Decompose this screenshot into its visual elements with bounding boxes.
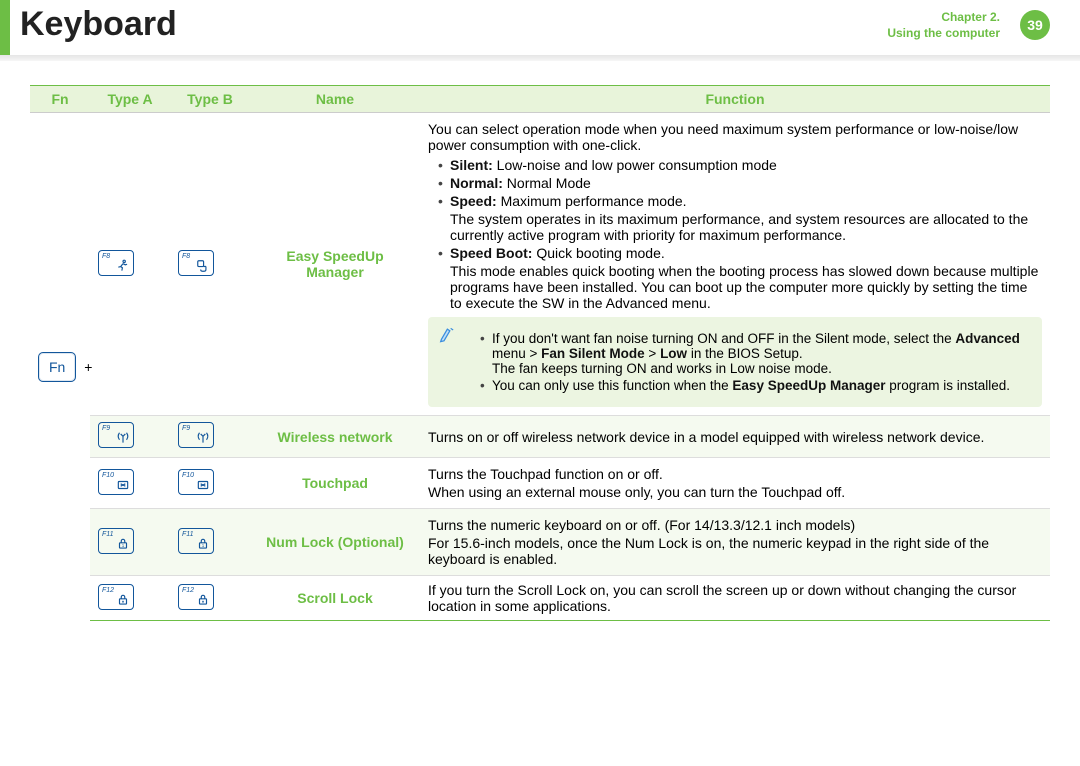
scrolllock-icon bbox=[196, 593, 210, 607]
th-typeB: Type B bbox=[170, 86, 250, 113]
typeA-cell: F8 bbox=[90, 113, 170, 416]
page-number-badge: 39 bbox=[1020, 10, 1050, 40]
mode-list: Silent: Low-noise and low power consumpt… bbox=[438, 157, 1042, 311]
typeB-cell: F12 bbox=[170, 576, 250, 621]
touchpad-off-icon bbox=[196, 478, 210, 492]
table-row: F9 F9 Wireless network Turns on or off w… bbox=[30, 416, 1050, 458]
mode-silent: Silent: Low-noise and low power consumpt… bbox=[438, 157, 1042, 173]
function-cell: Turns on or off wireless network device … bbox=[420, 416, 1050, 458]
func-intro: You can select operation mode when you n… bbox=[428, 121, 1042, 153]
touchpad-off-icon bbox=[116, 478, 130, 492]
mode-speed-sub: The system operates in its maximum perfo… bbox=[450, 211, 1042, 243]
chapter-header: Chapter 2. Using the computer bbox=[887, 10, 1000, 41]
typeB-cell: F8 bbox=[170, 113, 250, 416]
chapter-line2: Using the computer bbox=[887, 26, 1000, 42]
typeB-cell: F111 bbox=[170, 509, 250, 576]
key-f9-b: F9 bbox=[178, 422, 214, 448]
name-cell: Wireless network bbox=[250, 416, 420, 458]
table-row: F10 F10 Touchpad Turns the Touchpad func… bbox=[30, 458, 1050, 509]
antenna-icon bbox=[116, 431, 130, 445]
function-cell: If you turn the Scroll Lock on, you can … bbox=[420, 576, 1050, 621]
numlock-line1: Turns the numeric keyboard on or off. (F… bbox=[428, 517, 1042, 533]
mode-normal: Normal: Normal Mode bbox=[438, 175, 1042, 191]
name-cell: Scroll Lock bbox=[250, 576, 420, 621]
touchpad-line1: Turns the Touchpad function on or off. bbox=[428, 466, 1042, 482]
note-box: If you don't want fan noise turning ON a… bbox=[428, 317, 1042, 407]
table-row: Fn + F8 F8 Easy SpeedUp Manager bbox=[30, 113, 1050, 416]
svg-text:1: 1 bbox=[202, 542, 205, 547]
name-cell: Touchpad bbox=[250, 458, 420, 509]
table-header-row: Fn Type A Type B Name Function bbox=[30, 86, 1050, 113]
runner-icon bbox=[116, 259, 130, 273]
numlock-icon: 1 bbox=[196, 537, 210, 551]
mode-speedboot: Speed Boot: Quick booting mode. This mod… bbox=[438, 245, 1042, 311]
typeB-cell: F10 bbox=[170, 458, 250, 509]
th-function: Function bbox=[420, 86, 1050, 113]
header-rule bbox=[0, 55, 1080, 61]
mode-speed: Speed: Maximum performance mode. The sys… bbox=[438, 193, 1042, 243]
antenna-icon bbox=[196, 431, 210, 445]
chapter-line1: Chapter 2. bbox=[887, 10, 1000, 26]
key-f12-a: F12 bbox=[98, 584, 134, 610]
note-bullet-2: You can only use this function when the … bbox=[480, 378, 1030, 393]
fn-plus: + bbox=[84, 359, 92, 375]
content-area: Fn Type A Type B Name Function Fn + F8 bbox=[30, 85, 1050, 621]
function-cell: Turns the numeric keyboard on or off. (F… bbox=[420, 509, 1050, 576]
function-cell: Turns the Touchpad function on or off. W… bbox=[420, 458, 1050, 509]
key-f11-b: F111 bbox=[178, 528, 214, 554]
fn-cell: Fn + bbox=[30, 113, 90, 621]
left-green-bar bbox=[0, 0, 10, 55]
manual-page: Keyboard Chapter 2. Using the computer 3… bbox=[0, 0, 1080, 766]
key-f8-a: F8 bbox=[98, 250, 134, 276]
typeB-cell: F9 bbox=[170, 416, 250, 458]
key-f10-b: F10 bbox=[178, 469, 214, 495]
note-bullet-1: If you don't want fan noise turning ON a… bbox=[480, 331, 1030, 376]
table-row: F111 F111 Num Lock (Optional) Turns the … bbox=[30, 509, 1050, 576]
svg-text:1: 1 bbox=[122, 542, 125, 547]
key-f9-a: F9 bbox=[98, 422, 134, 448]
typeA-cell: F10 bbox=[90, 458, 170, 509]
th-typeA: Type A bbox=[90, 86, 170, 113]
mode-speedboot-sub: This mode enables quick booting when the… bbox=[450, 263, 1042, 311]
shortcut-table: Fn Type A Type B Name Function Fn + F8 bbox=[30, 85, 1050, 621]
key-f10-a: F10 bbox=[98, 469, 134, 495]
th-fn: Fn bbox=[30, 86, 90, 113]
typeA-cell: F9 bbox=[90, 416, 170, 458]
numlock-icon: 1 bbox=[116, 537, 130, 551]
page-title: Keyboard bbox=[20, 5, 177, 44]
scrolllock-icon bbox=[116, 593, 130, 607]
fn-key-icon: Fn bbox=[38, 352, 76, 382]
key-f11-a: F111 bbox=[98, 528, 134, 554]
name-cell: Easy SpeedUp Manager bbox=[250, 113, 420, 416]
table-row: F12 F12 Scroll Lock If you turn the Scro… bbox=[30, 576, 1050, 621]
touchpad-line2: When using an external mouse only, you c… bbox=[428, 484, 1042, 500]
key-f12-b: F12 bbox=[178, 584, 214, 610]
name-cell: Num Lock (Optional) bbox=[250, 509, 420, 576]
function-cell: You can select operation mode when you n… bbox=[420, 113, 1050, 416]
key-f8-b: F8 bbox=[178, 250, 214, 276]
typeA-cell: F12 bbox=[90, 576, 170, 621]
th-name: Name bbox=[250, 86, 420, 113]
numlock-line2: For 15.6-inch models, once the Num Lock … bbox=[428, 535, 1042, 567]
note-icon bbox=[438, 325, 460, 348]
touch-hand-icon bbox=[196, 259, 210, 273]
typeA-cell: F111 bbox=[90, 509, 170, 576]
